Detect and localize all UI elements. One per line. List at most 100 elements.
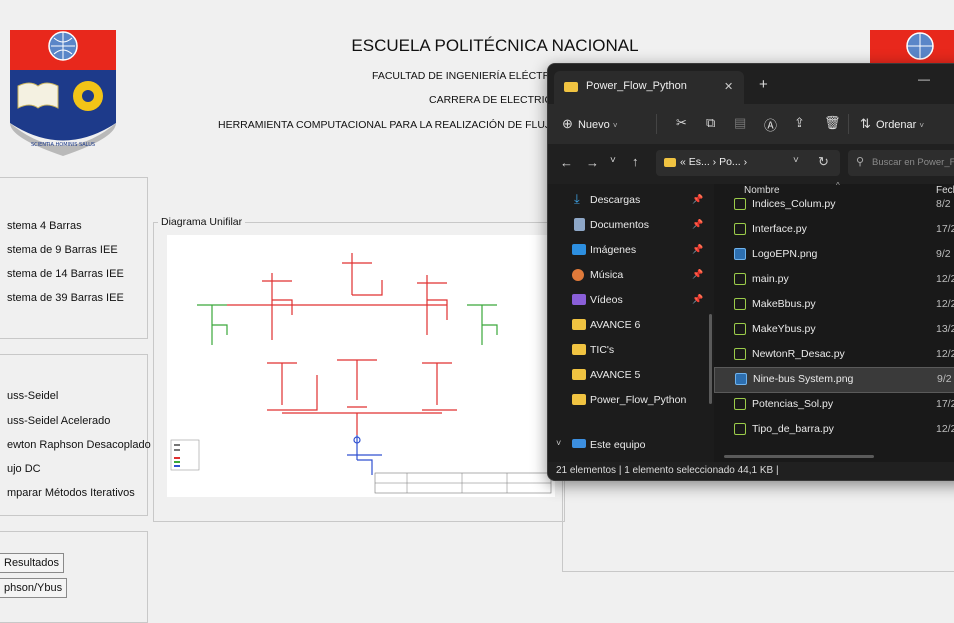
search-box[interactable]: ⚲ Buscar en Power_Fl (848, 150, 954, 176)
horizontal-scrollbar[interactable] (724, 455, 874, 458)
file-name: LogoEPN.png (752, 248, 818, 260)
sort-button-label: Ordenar (875, 119, 917, 131)
file-name: Indices_Colum.py (752, 198, 836, 210)
image-file-icon (734, 248, 746, 260)
system-option-14-bus[interactable]: stema de 14 Barras IEE (7, 268, 124, 280)
status-text: 21 elementos | 1 elemento seleccionado 4… (556, 465, 779, 476)
search-input[interactable]: Buscar en Power_Fl (872, 157, 954, 168)
explorer-tab[interactable]: Power_Flow_Python ✕ (554, 71, 744, 104)
breadcrumb[interactable]: « Es... › Po... › (680, 156, 747, 168)
python-file-icon (734, 323, 746, 335)
epn-logo-left: SCIENTIA HOMINIS SALUS (8, 28, 118, 158)
nav-item-videos[interactable]: Vídeos 📌 (548, 289, 714, 313)
address-dropdown-icon[interactable]: ˅ (793, 155, 799, 166)
nav-item-documents[interactable]: Documentos 📌 (548, 214, 714, 238)
one-line-diagram-image (167, 235, 555, 497)
nav-item-music[interactable]: Música 📌 (548, 264, 714, 288)
file-row[interactable]: NewtonR_Desac.py 12/2 (714, 343, 954, 367)
paste-icon[interactable]: ▤ (734, 115, 746, 131)
file-row-selected[interactable]: Nine-bus System.png 9/2 (714, 367, 954, 393)
share-icon[interactable]: ⇪ (794, 115, 805, 131)
file-list-pane: Nombre ^ Fech Indices_Colum.py 8/2 Inter… (714, 181, 954, 462)
file-row[interactable]: MakeYbus.py 13/2 (714, 318, 954, 342)
plus-circle-icon: ⊕ (562, 116, 573, 131)
file-name: main.py (752, 273, 789, 285)
delete-icon[interactable]: 🗑 (824, 115, 841, 131)
method-option-gauss-seidel-accelerated[interactable]: uss-Seidel Acelerado (7, 415, 110, 427)
systems-group: stema 4 Barras stema de 9 Barras IEE ste… (0, 177, 148, 339)
method-option-gauss-seidel[interactable]: uss-Seidel (7, 390, 58, 402)
up-arrow-icon[interactable]: ↑ (632, 154, 639, 169)
file-row[interactable]: LogoEPN.png 9/2 (714, 243, 954, 267)
new-button[interactable]: ⊕ Nuevo ˅ (562, 116, 618, 132)
new-button-label: Nuevo (577, 119, 610, 131)
image-file-icon (735, 373, 747, 385)
rename-icon[interactable]: Ⓐ (764, 115, 777, 134)
file-row[interactable]: Tipo_de_barra.py 12/2 (714, 418, 954, 442)
nav-item-this-pc[interactable]: ˅ Este equipo (548, 434, 714, 458)
file-date: 12/2 (936, 348, 954, 360)
address-bar[interactable]: « Es... › Po... › ˅ ↻ (656, 150, 840, 176)
sort-button[interactable]: ⇅ Ordenar ˅ (860, 116, 924, 132)
folder-icon (572, 319, 586, 330)
music-icon (572, 269, 584, 281)
documents-icon (574, 218, 585, 231)
recent-chevron-icon[interactable]: ˅ (610, 155, 616, 166)
nav-item-pictures[interactable]: Imágenes 📌 (548, 239, 714, 263)
nav-scrollbar[interactable] (709, 314, 712, 404)
new-tab-button[interactable]: + (759, 76, 768, 93)
file-name: Tipo_de_barra.py (752, 423, 834, 435)
status-bar: 21 elementos | 1 elemento seleccionado 4… (548, 462, 954, 480)
python-file-icon (734, 223, 746, 235)
search-icon: ⚲ (856, 156, 865, 168)
forward-arrow-icon[interactable]: → (586, 155, 599, 170)
method-option-compare[interactable]: mparar Métodos Iterativos (7, 487, 135, 499)
methods-group: uss-Seidel uss-Seidel Acelerado ewton Ra… (0, 354, 151, 516)
file-row[interactable]: MakeBbus.py 12/2 (714, 293, 954, 317)
file-row[interactable]: Interface.py 17/2 (714, 218, 954, 242)
method-option-newton-raphson-decoupled[interactable]: ewton Raphson Desacoplado (7, 439, 151, 451)
pictures-icon (572, 244, 586, 255)
folder-icon (572, 344, 586, 355)
nav-item-avance-5[interactable]: AVANCE 5 (548, 364, 714, 388)
file-date: 12/2 (936, 298, 954, 310)
python-file-icon (734, 398, 746, 410)
python-file-icon (734, 423, 746, 435)
results-button[interactable]: Resultados (0, 553, 65, 573)
method-option-dc-flow[interactable]: ujo DC (7, 463, 41, 475)
expand-chevron-icon[interactable]: ˅ (556, 438, 561, 448)
file-name: MakeBbus.py (752, 298, 816, 310)
folder-icon (572, 369, 586, 380)
nav-item-downloads[interactable]: ⤓ Descargas 📌 (548, 189, 714, 213)
toolbar-divider (848, 114, 849, 134)
nav-item-label: Imágenes (590, 244, 637, 256)
file-date: 8/2 (936, 198, 951, 210)
nav-item-label: Power_Flow_Python (590, 394, 687, 406)
nav-item-tics[interactable]: TIC's (548, 339, 714, 363)
toolbar-divider (656, 114, 657, 134)
back-arrow-icon[interactable]: ← (560, 155, 573, 170)
raphson-ybus-button[interactable]: phson/Ybus (0, 578, 68, 598)
tab-close-icon[interactable]: ✕ (724, 80, 733, 93)
nav-item-avance-6[interactable]: AVANCE 6 (548, 314, 714, 338)
minimize-button[interactable]: — (918, 72, 930, 86)
nav-item-label: AVANCE 5 (590, 369, 641, 381)
file-date: 17/2 (936, 223, 954, 235)
file-name: MakeYbus.py (752, 323, 816, 335)
file-row[interactable]: Potencias_Sol.py 17/2 (714, 393, 954, 417)
cut-icon[interactable]: ✂ (676, 115, 687, 131)
file-row[interactable]: main.py 12/2 (714, 268, 954, 292)
file-explorer-window[interactable]: Power_Flow_Python ✕ + — ⊕ Nuevo ˅ ✂ ⧉ ▤ … (547, 63, 954, 481)
nav-item-power-flow-python[interactable]: Power_Flow_Python (548, 389, 714, 413)
file-date: 17/2 (936, 398, 954, 410)
pin-icon: 📌 (692, 194, 704, 204)
title-bar[interactable]: Power_Flow_Python ✕ + — (548, 64, 954, 104)
logo-motto: SCIENTIA HOMINIS SALUS (31, 142, 95, 148)
system-option-39-bus[interactable]: stema de 39 Barras IEE (7, 292, 124, 304)
file-row[interactable]: Indices_Colum.py 8/2 (714, 193, 954, 217)
system-option-9-bus[interactable]: stema de 9 Barras IEE (7, 244, 118, 256)
python-file-icon (734, 348, 746, 360)
refresh-icon[interactable]: ↻ (818, 154, 829, 170)
copy-icon[interactable]: ⧉ (706, 115, 715, 131)
system-option-4-bus[interactable]: stema 4 Barras (7, 220, 82, 232)
